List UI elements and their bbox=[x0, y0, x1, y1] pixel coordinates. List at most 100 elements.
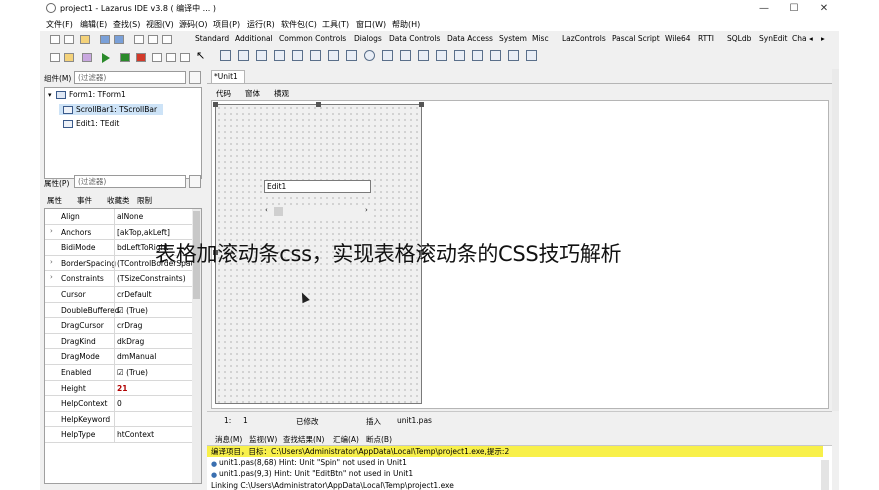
tab-anchors[interactable]: 横观 bbox=[274, 88, 289, 99]
menu-edit[interactable]: 编辑(E) bbox=[80, 19, 107, 30]
menu-package[interactable]: 软件包(C) bbox=[281, 19, 317, 30]
components-filter-clear-button[interactable] bbox=[189, 71, 201, 84]
selection-pointer-icon[interactable]: ↖ bbox=[196, 49, 205, 62]
scroll-left-arrow-icon[interactable]: ‹ bbox=[265, 206, 268, 214]
property-row[interactable]: HelpKeyword bbox=[45, 411, 193, 428]
tab-watches[interactable]: 监视(W) bbox=[249, 434, 277, 445]
palette-tab-data-controls[interactable]: Data Controls bbox=[389, 34, 440, 43]
menu-window[interactable]: 窗口(W) bbox=[356, 19, 386, 30]
tradiobutton-icon[interactable] bbox=[364, 50, 375, 61]
tmainmenu-icon[interactable] bbox=[220, 50, 231, 61]
palette-tab-standard[interactable]: Standard bbox=[195, 34, 229, 43]
tcheckgroup-icon[interactable] bbox=[472, 50, 483, 61]
tab-favorites[interactable]: 收藏类 bbox=[107, 195, 130, 206]
palette-tab-lazcontrols[interactable]: LazControls bbox=[562, 34, 606, 43]
tab-messages[interactable]: 消息(M) bbox=[215, 434, 242, 445]
property-row[interactable]: DragMode dmManual bbox=[45, 349, 193, 365]
tscrollbar-icon[interactable] bbox=[418, 50, 429, 61]
message-line[interactable]: unit1.pas(9,3) Hint: Unit "EditBtn" not … bbox=[219, 469, 413, 478]
save-all-icon[interactable] bbox=[114, 35, 124, 44]
tab-events[interactable]: 事件 bbox=[77, 195, 92, 206]
scroll-right-arrow-icon[interactable]: › bbox=[365, 206, 368, 214]
property-row[interactable]: Align alNone bbox=[45, 209, 193, 225]
palette-tab-data-access[interactable]: Data Access bbox=[447, 34, 493, 43]
property-row[interactable]: Cursor crDefault bbox=[45, 287, 193, 303]
tlabel-icon[interactable] bbox=[274, 50, 285, 61]
property-row[interactable]: HelpType htContext bbox=[45, 427, 193, 443]
tradiogroup-icon[interactable] bbox=[454, 50, 465, 61]
run-icon[interactable] bbox=[102, 53, 110, 63]
view-forms-icon[interactable] bbox=[162, 35, 172, 44]
menu-help[interactable]: 帮助(H) bbox=[392, 19, 420, 30]
property-row[interactable]: › Constraints (TSizeConstraints) bbox=[45, 271, 193, 287]
resize-handle[interactable] bbox=[213, 102, 218, 107]
palette-scroll-left-button[interactable]: ◂ bbox=[809, 34, 813, 43]
property-row[interactable]: HelpContext 0 bbox=[45, 396, 193, 412]
menu-tools[interactable]: 工具(T) bbox=[322, 19, 349, 30]
tab-restricted[interactable]: 限制 bbox=[137, 195, 152, 206]
ide-right-scrollbar[interactable] bbox=[832, 69, 839, 411]
tab-assembler[interactable]: 汇编(A) bbox=[333, 434, 359, 445]
palette-tab-misc[interactable]: Misc bbox=[532, 34, 549, 43]
palette-tab-cha[interactable]: Cha bbox=[792, 34, 807, 43]
tree-node-edit1[interactable]: Edit1: TEdit bbox=[76, 119, 119, 128]
build-icon[interactable] bbox=[82, 53, 92, 62]
step-into-icon[interactable] bbox=[152, 53, 162, 62]
tpopupmenu-icon[interactable] bbox=[238, 50, 249, 61]
maximize-button[interactable]: ☐ bbox=[779, 0, 809, 17]
palette-scroll-right-button[interactable]: ▸ bbox=[821, 34, 825, 43]
message-line[interactable]: unit1.pas(8,68) Hint: Unit "Spin" not us… bbox=[219, 458, 407, 467]
property-row[interactable]: Enabled ☑ (True) bbox=[45, 365, 193, 381]
palette-tab-pascal-script[interactable]: Pascal Script bbox=[612, 34, 660, 43]
menu-search[interactable]: 查找(S) bbox=[113, 19, 140, 30]
step-over-icon[interactable] bbox=[166, 53, 176, 62]
tab-code[interactable]: 代码 bbox=[216, 88, 231, 99]
palette-tab-synedit[interactable]: SynEdit bbox=[759, 34, 787, 43]
tree-collapse-icon[interactable]: ▾ bbox=[48, 91, 52, 99]
tbutton-icon[interactable] bbox=[256, 50, 267, 61]
menu-project[interactable]: 项目(P) bbox=[213, 19, 240, 30]
palette-tab-dialogs[interactable]: Dialogs bbox=[354, 34, 382, 43]
minimize-button[interactable]: — bbox=[749, 0, 779, 17]
resize-handle[interactable] bbox=[316, 102, 321, 107]
property-row[interactable]: DragCursor crDrag bbox=[45, 318, 193, 334]
property-row[interactable]: Height 21 bbox=[45, 380, 193, 397]
tab-properties[interactable]: 属性 bbox=[47, 195, 62, 206]
menu-file[interactable]: 文件(F) bbox=[46, 19, 73, 30]
tab-designer[interactable]: 窗体 bbox=[245, 88, 260, 99]
tactionlist-icon[interactable] bbox=[526, 50, 537, 61]
palette-tab-rtti[interactable]: RTTI bbox=[698, 34, 714, 43]
ttogglebox-icon[interactable] bbox=[328, 50, 339, 61]
tmemo-icon[interactable] bbox=[310, 50, 321, 61]
palette-tab-additional[interactable]: Additional bbox=[235, 34, 273, 43]
close-button[interactable]: ✕ bbox=[809, 0, 839, 17]
property-row[interactable]: DoubleBuffered ☑ (True) bbox=[45, 302, 193, 319]
menu-view[interactable]: 视图(V) bbox=[146, 19, 174, 30]
resize-handle[interactable] bbox=[419, 102, 424, 107]
palette-tab-common-controls[interactable]: Common Controls bbox=[279, 34, 346, 43]
pause-icon[interactable] bbox=[120, 53, 130, 62]
open-icon[interactable] bbox=[80, 35, 90, 44]
open-project-icon[interactable] bbox=[64, 53, 74, 62]
tlistbox-icon[interactable] bbox=[382, 50, 393, 61]
new-form-icon[interactable] bbox=[64, 35, 74, 44]
tcheckbox-icon[interactable] bbox=[346, 50, 357, 61]
palette-tab-system[interactable]: System bbox=[499, 34, 527, 43]
menu-run[interactable]: 运行(R) bbox=[247, 19, 275, 30]
step-out-icon[interactable] bbox=[180, 53, 190, 62]
properties-filter-clear-button[interactable] bbox=[189, 175, 201, 188]
view-units-icon[interactable] bbox=[148, 35, 158, 44]
tpanel-icon[interactable] bbox=[490, 50, 501, 61]
message-line[interactable]: 编译项目，目标：C:\Users\Administrator\AppData\L… bbox=[207, 446, 823, 457]
new-unit-icon[interactable] bbox=[50, 35, 60, 44]
edit1-control[interactable]: Edit1 bbox=[264, 180, 371, 193]
property-row[interactable]: DragKind dkDrag bbox=[45, 333, 193, 350]
tgroupbox-icon[interactable] bbox=[436, 50, 447, 61]
tab-breakpoints[interactable]: 断点(B) bbox=[366, 434, 392, 445]
palette-tab-wile64[interactable]: Wile64 bbox=[665, 34, 691, 43]
stop-icon[interactable] bbox=[136, 53, 146, 62]
scrollbar1-thumb[interactable] bbox=[274, 207, 283, 216]
tcombobox-icon[interactable] bbox=[400, 50, 411, 61]
new-project-icon[interactable] bbox=[50, 53, 60, 62]
tree-node-form1[interactable]: Form1: TForm1 bbox=[69, 90, 126, 99]
